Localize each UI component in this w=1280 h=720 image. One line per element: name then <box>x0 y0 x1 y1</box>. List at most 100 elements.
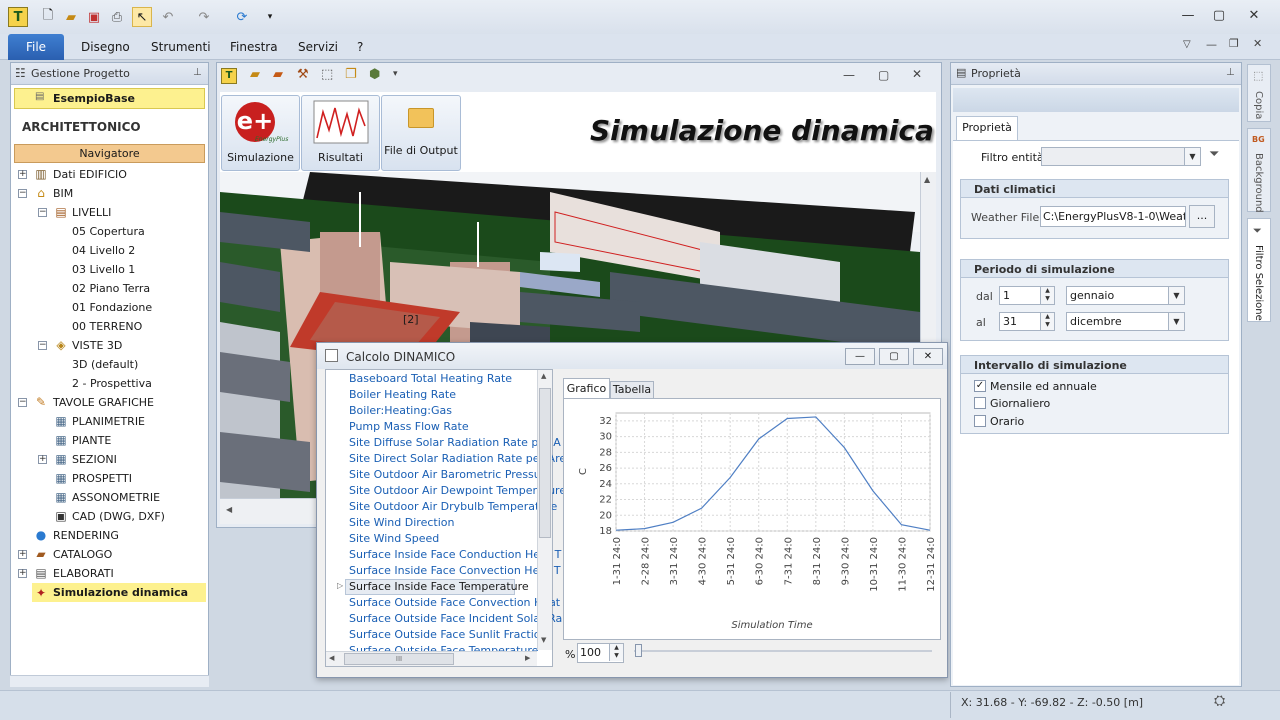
tree-item-piante[interactable]: PIANTE <box>72 431 111 450</box>
weather-file-input[interactable]: C:\EnergyPlusV8-1-0\Weathe <box>1040 206 1186 227</box>
from-day-input[interactable]: 1 ▲ ▼ <box>999 286 1055 305</box>
scroll-left-icon[interactable]: ◀ <box>226 505 232 514</box>
open-folder-icon[interactable]: ▰ <box>61 7 81 27</box>
hourly-checkbox[interactable] <box>974 415 986 427</box>
doc-app-icon[interactable]: T <box>221 68 237 84</box>
tree-item-level[interactable]: 05 Copertura <box>72 222 145 241</box>
list-item[interactable]: Surface Outside Face Temperature <box>349 643 538 651</box>
properties-pin-icon[interactable]: ⊥ <box>1226 67 1235 78</box>
funnel-clear-icon[interactable]: ⏷ <box>1209 147 1219 162</box>
maximize-icon[interactable]: ▢ <box>1207 8 1231 26</box>
doc-close-icon[interactable]: ✕ <box>912 67 922 81</box>
side-tab-copia[interactable]: ⬚ Copia <box>1247 64 1271 122</box>
file-menu[interactable]: File <box>8 34 64 60</box>
customize-toolbar-icon[interactable]: ▾ <box>260 7 280 27</box>
tool-model-icon[interactable]: ⬢ <box>369 67 380 82</box>
to-day-spinner[interactable]: ▲ ▼ <box>1040 313 1054 330</box>
tool-hammer-icon[interactable]: ⚒ <box>297 67 309 82</box>
daily-checkbox[interactable] <box>974 397 986 409</box>
zoom-spinner[interactable]: ▲ ▼ <box>609 644 623 661</box>
app-logo-icon[interactable]: T <box>8 7 28 27</box>
tree-item-level[interactable]: 01 Fondazione <box>72 298 152 317</box>
tool-open-icon[interactable]: ▰ <box>273 67 283 82</box>
tree-item-simulazione-dinamica[interactable]: Simulazione dinamica <box>53 583 188 602</box>
tree-item-level[interactable]: 02 Piano Terra <box>72 279 150 298</box>
file-output-button[interactable]: File di Output <box>381 95 461 171</box>
new-file-icon[interactable]: 🗋 <box>38 7 58 27</box>
side-tab-background[interactable]: BG Background <box>1247 128 1271 213</box>
list-hscroll[interactable]: ◀ III ▶ <box>326 651 537 666</box>
scroll-right-icon[interactable]: ▶ <box>525 654 530 662</box>
menu-disegno[interactable]: Disegno <box>81 40 130 54</box>
expand-icon[interactable]: + <box>18 550 27 559</box>
dialog-maximize-icon[interactable]: ▢ <box>879 348 909 365</box>
dialog-minimize-icon[interactable]: — <box>845 348 875 365</box>
tree-item-cad[interactable]: CAD (DWG, DXF) <box>72 507 165 526</box>
tree-item-sezioni[interactable]: SEZIONI <box>72 450 117 469</box>
select-pointer-icon[interactable]: ↖ <box>132 7 152 27</box>
chevron-down-icon[interactable]: ▼ <box>1168 313 1184 330</box>
tool-box-icon[interactable]: ▰ <box>250 67 260 82</box>
tree-item-tavole-grafiche[interactable]: TAVOLE GRAFICHE <box>53 393 154 412</box>
collapse-icon[interactable]: − <box>18 398 27 407</box>
risultati-button[interactable]: Risultati <box>301 95 380 171</box>
tree-item-dati-edificio[interactable]: Dati EDIFICIO <box>53 165 127 184</box>
ribbon-collapse-icon[interactable]: ▽ <box>1183 39 1191 50</box>
tab-proprieta[interactable]: Proprietà <box>956 116 1018 140</box>
list-item[interactable]: Baseboard Total Heating Rate <box>349 371 512 387</box>
list-item[interactable]: Site Outdoor Air Drybulb Temperature <box>349 499 557 515</box>
scroll-down-icon[interactable]: ▼ <box>541 636 546 644</box>
list-item[interactable]: Site Wind Speed <box>349 531 439 547</box>
minimize-icon[interactable]: — <box>1176 8 1200 26</box>
list-hscroll-thumb[interactable]: III <box>344 653 454 665</box>
refresh-icon[interactable]: ⟳ <box>232 7 252 27</box>
tab-grafico[interactable]: Grafico <box>563 378 610 399</box>
list-item[interactable]: Site Outdoor Air Dewpoint Temperature <box>349 483 566 499</box>
tree-item-view[interactable]: 2 - Prospettiva <box>72 374 152 393</box>
doc-minimize-icon[interactable]: — <box>843 68 855 82</box>
menu-strumenti[interactable]: Strumenti <box>151 40 211 54</box>
tree-item-level[interactable]: 03 Livello 1 <box>72 260 135 279</box>
pin-icon[interactable]: ⊥ <box>193 67 202 78</box>
expand-icon[interactable]: + <box>18 170 27 179</box>
tree-item-planimetrie[interactable]: PLANIMETRIE <box>72 412 145 431</box>
tool-more-icon[interactable]: ▾ <box>393 69 398 79</box>
list-item[interactable]: Surface Outside Face Incident Solar Ra <box>349 611 562 627</box>
filter-combo[interactable]: ▼ <box>1041 147 1201 166</box>
from-month-select[interactable]: gennaio ▼ <box>1066 286 1185 305</box>
tree-item-viste-3d[interactable]: VISTE 3D <box>72 336 122 355</box>
tree-item-catalogo[interactable]: CATALOGO <box>53 545 112 564</box>
list-item[interactable]: Boiler:Heating:Gas <box>349 403 452 419</box>
chevron-down-icon[interactable]: ▼ <box>1168 287 1184 304</box>
tree-item-level[interactable]: 04 Livello 2 <box>72 241 135 260</box>
list-item[interactable]: Surface Inside Face Conduction Heat T <box>349 547 561 563</box>
mdi-minimize-icon[interactable]: — <box>1206 38 1217 51</box>
undo-icon[interactable]: ↶ <box>158 7 178 27</box>
simulazione-button[interactable]: e+ EnergyPlus Simulazione <box>221 95 300 171</box>
monthly-checkbox[interactable]: ✓ <box>974 380 986 392</box>
dialog-close-icon[interactable]: ✕ <box>913 348 943 365</box>
list-item-selected[interactable]: Surface Inside Face Temperature <box>349 579 529 595</box>
list-item[interactable]: Surface Inside Face Convection Heat T <box>349 563 561 579</box>
collapse-icon[interactable]: − <box>38 208 47 217</box>
list-item[interactable]: Site Direct Solar Radiation Rate per Are <box>349 451 566 467</box>
expand-icon[interactable]: + <box>18 569 27 578</box>
save-icon[interactable]: ▣ <box>84 7 104 27</box>
mdi-close-icon[interactable]: ✕ <box>1253 37 1262 50</box>
mdi-restore-icon[interactable]: ❐ <box>1229 37 1239 50</box>
tool-copy-icon[interactable]: ❐ <box>345 67 357 82</box>
to-day-input[interactable]: 31 ▲ ▼ <box>999 312 1055 331</box>
scroll-left-icon[interactable]: ◀ <box>329 654 334 662</box>
browse-weather-button[interactable]: ... <box>1189 205 1215 228</box>
snap-settings-icon[interactable]: ⛭ <box>1214 693 1225 709</box>
tree-item-rendering[interactable]: RENDERING <box>53 526 119 545</box>
tree-item-assonometrie[interactable]: ASSONOMETRIE <box>72 488 160 507</box>
list-scroll-thumb[interactable] <box>539 388 551 538</box>
tree-item-level[interactable]: 00 TERRENO <box>72 317 142 336</box>
menu-finestra[interactable]: Finestra <box>230 40 278 54</box>
tree-item-elaborati[interactable]: ELABORATI <box>53 564 114 583</box>
from-day-spinner[interactable]: ▲ ▼ <box>1040 287 1054 304</box>
side-tab-filtro-selezione[interactable]: ⏷ Filtro Selezione <box>1247 218 1271 322</box>
time-slider-thumb[interactable] <box>635 644 642 657</box>
list-item[interactable]: Surface Outside Face Convection Heat <box>349 595 560 611</box>
